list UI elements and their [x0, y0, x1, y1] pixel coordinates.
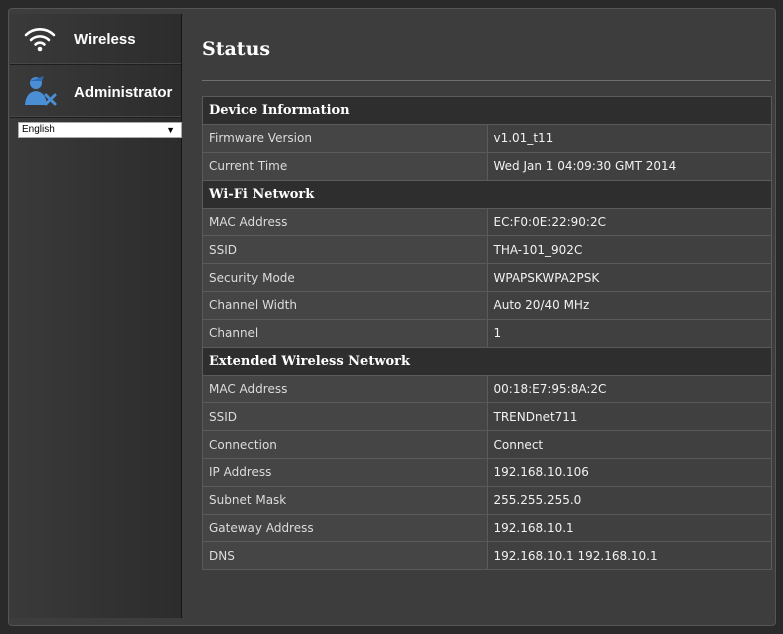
section-title: Device Information: [202, 96, 772, 125]
row-label: MAC Address: [202, 374, 488, 404]
row-value: 192.168.10.106: [486, 457, 772, 487]
row-label: DNS: [202, 541, 488, 571]
wifi-icon: [22, 22, 58, 56]
row-value: 255.255.255.0: [486, 485, 772, 515]
table-row: Security Mode WPAPSKWPA2PSK: [202, 263, 772, 292]
row-label: Connection: [202, 430, 488, 459]
row-label: Security Mode: [202, 263, 488, 292]
row-label: IP Address: [202, 457, 488, 487]
table-row: Channel Width Auto 20/40 MHz: [202, 290, 772, 320]
row-label: Channel Width: [202, 290, 488, 320]
row-value: WPAPSKWPA2PSK: [486, 263, 772, 292]
row-label: Gateway Address: [202, 513, 488, 543]
language-select-value: English: [22, 124, 55, 135]
table-row: DNS 192.168.10.1 192.168.10.1: [202, 541, 772, 571]
row-label: Firmware Version: [202, 124, 488, 153]
status-table: Device Information Firmware Version v1.0…: [202, 96, 772, 571]
table-row: Firmware Version v1.01_t11: [202, 124, 772, 153]
row-value: 192.168.10.1: [486, 513, 772, 543]
section-header-row: Wi-Fi Network: [202, 179, 772, 209]
sidebar-item-label: Administrator: [74, 84, 173, 101]
admin-user-icon: [22, 73, 58, 107]
main-content: Status Device Information Firmware Versi…: [183, 14, 776, 618]
sidebar-item-administrator[interactable]: Administrator: [10, 65, 181, 118]
table-row: SSID THA-101_902C: [202, 235, 772, 265]
title-divider: [202, 80, 771, 81]
row-value: Connect: [486, 430, 772, 459]
row-value: 192.168.10.1 192.168.10.1: [486, 541, 772, 571]
row-label: Channel: [202, 318, 488, 348]
row-value: 00:18:E7:95:8A:2C: [486, 374, 772, 404]
table-row: SSID TRENDnet711: [202, 402, 772, 432]
section-header-row: Device Information: [202, 96, 772, 125]
sidebar-item-wireless[interactable]: Wireless: [10, 14, 181, 65]
row-label: SSID: [202, 235, 488, 265]
section-title: Wi-Fi Network: [202, 179, 772, 209]
table-row: Channel 1: [202, 318, 772, 348]
row-value: Auto 20/40 MHz: [486, 290, 772, 320]
table-row: IP Address 192.168.10.106: [202, 457, 772, 487]
table-row: Subnet Mask 255.255.255.0: [202, 485, 772, 515]
table-row: Connection Connect: [202, 430, 772, 459]
row-label: MAC Address: [202, 207, 488, 237]
table-row: Current Time Wed Jan 1 04:09:30 GMT 2014: [202, 151, 772, 181]
row-value: EC:F0:0E:22:90:2C: [486, 207, 772, 237]
table-row: MAC Address EC:F0:0E:22:90:2C: [202, 207, 772, 237]
page-title: Status: [202, 38, 271, 60]
sidebar: Wireless Administrator English ▼: [10, 14, 182, 618]
table-row: MAC Address 00:18:E7:95:8A:2C: [202, 374, 772, 404]
row-value: v1.01_t11: [486, 124, 772, 153]
row-value: 1: [486, 318, 772, 348]
sidebar-item-label: Wireless: [74, 31, 136, 48]
table-row: Gateway Address 192.168.10.1: [202, 513, 772, 543]
row-label: Subnet Mask: [202, 485, 488, 515]
row-label: Current Time: [202, 151, 488, 181]
language-select[interactable]: English ▼: [18, 122, 182, 138]
section-title: Extended Wireless Network: [202, 346, 772, 376]
section-header-row: Extended Wireless Network: [202, 346, 772, 376]
row-value: THA-101_902C: [486, 235, 772, 265]
row-value: Wed Jan 1 04:09:30 GMT 2014: [486, 151, 772, 181]
row-label: SSID: [202, 402, 488, 432]
chevron-down-icon: ▼: [166, 125, 175, 135]
row-value: TRENDnet711: [486, 402, 772, 432]
